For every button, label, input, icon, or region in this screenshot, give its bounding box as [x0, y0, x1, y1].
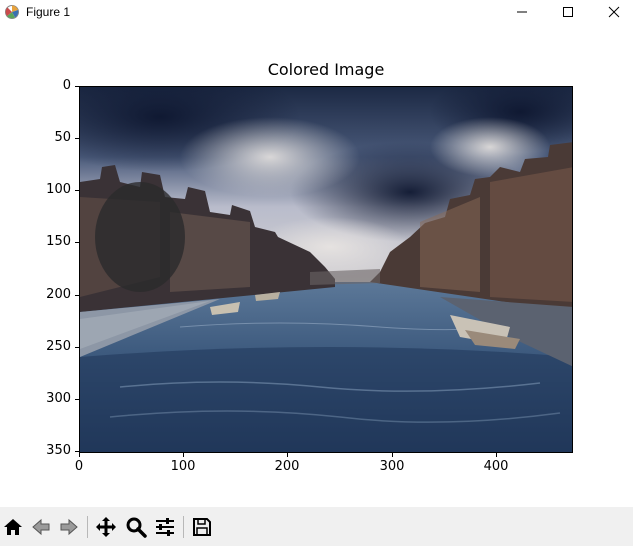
zoom-button[interactable]	[124, 515, 148, 539]
y-tick-label: 200	[46, 287, 71, 302]
x-tick-mark	[287, 453, 288, 457]
x-tick-label: 300	[379, 459, 405, 474]
matplotlib-icon	[5, 5, 19, 19]
save-button[interactable]	[190, 515, 214, 539]
y-tick-label: 0	[62, 78, 71, 93]
forward-button[interactable]	[57, 515, 81, 539]
toolbar-separator	[87, 516, 88, 538]
window-titlebar: Figure 1	[0, 0, 633, 24]
x-tick-label: 200	[274, 459, 300, 474]
minimize-button[interactable]	[499, 0, 545, 24]
x-tick-mark	[496, 453, 497, 457]
window-title: Figure 1	[26, 5, 71, 19]
navigation-toolbar	[0, 507, 633, 546]
x-tick-mark	[79, 453, 80, 457]
y-tick-label: 150	[46, 234, 71, 249]
maximize-icon	[563, 7, 573, 17]
x-tick-mark	[392, 453, 393, 457]
x-tick-label: 0	[74, 459, 84, 474]
close-button[interactable]	[591, 0, 633, 24]
y-tick-label: 100	[46, 182, 71, 197]
y-tick-label: 250	[46, 339, 71, 354]
y-tick-mark	[75, 451, 79, 452]
canal-photo	[80, 87, 572, 452]
minimize-icon	[517, 11, 527, 13]
maximize-button[interactable]	[545, 0, 591, 24]
configure-subplots-icon	[156, 518, 174, 536]
close-icon	[608, 6, 620, 18]
configure-subplots-button[interactable]	[153, 515, 177, 539]
y-tick-mark	[75, 138, 79, 139]
image-axes[interactable]	[79, 86, 573, 453]
save-icon	[193, 518, 211, 536]
y-tick-mark	[75, 347, 79, 348]
home-icon	[4, 519, 22, 535]
y-tick-mark	[75, 399, 79, 400]
back-button[interactable]	[29, 515, 53, 539]
forward-icon	[60, 518, 78, 536]
zoom-icon	[126, 517, 147, 538]
pan-button[interactable]	[94, 515, 118, 539]
home-button[interactable]	[1, 515, 25, 539]
pan-icon	[96, 517, 116, 537]
y-tick-label: 300	[46, 391, 71, 406]
x-tick-label: 400	[483, 459, 509, 474]
y-tick-mark	[75, 242, 79, 243]
y-tick-label: 350	[46, 443, 71, 458]
y-tick-label: 50	[54, 130, 71, 145]
y-tick-mark	[75, 190, 79, 191]
x-tick-label: 100	[170, 459, 196, 474]
back-icon	[32, 518, 50, 536]
y-tick-mark	[75, 295, 79, 296]
toolbar-separator	[183, 516, 184, 538]
y-tick-mark	[75, 86, 79, 87]
x-tick-mark	[183, 453, 184, 457]
plot-title: Colored Image	[267, 60, 385, 79]
